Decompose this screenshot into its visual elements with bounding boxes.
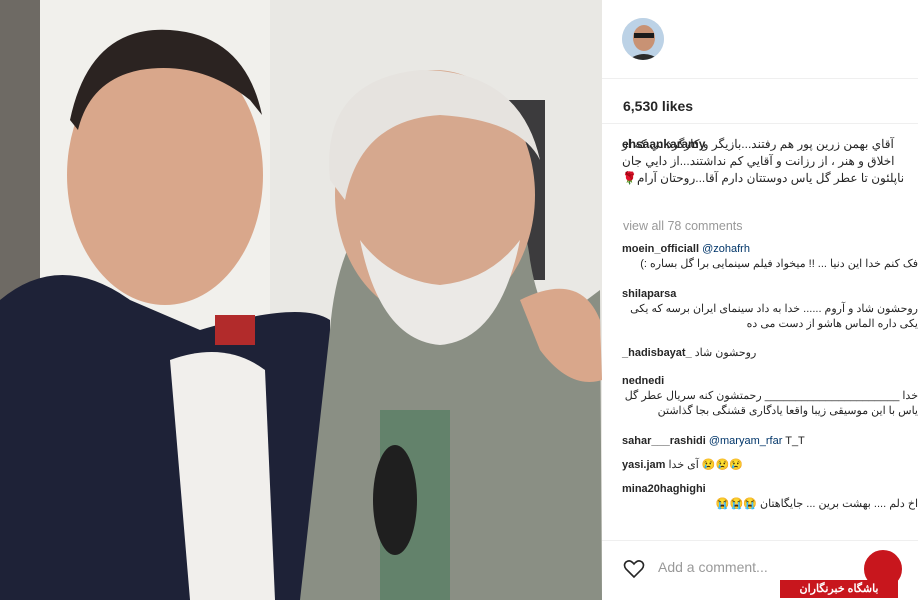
comment-mention[interactable]: @maryam_rfar	[709, 435, 783, 447]
comment-item: mina20haghighi اخ دلم .... بهشت برین ...…	[622, 482, 918, 512]
comment-username[interactable]: shilaparsa	[622, 288, 676, 300]
comment-item: shilaparsa روحشون شاد و آروم ...... خدا …	[622, 287, 918, 332]
avatar[interactable]	[622, 18, 664, 60]
comment-text: روحشون شاد و آروم ...... خدا به داد سینم…	[630, 303, 918, 330]
comment-item: _hadisbayat_ روحشون شاد	[622, 346, 918, 361]
comment-username[interactable]: yasi.jam	[622, 459, 665, 471]
likes-divider	[602, 123, 918, 124]
comments-divider	[602, 540, 918, 541]
comment-text: روحشون شاد	[694, 347, 757, 359]
comment-username[interactable]: sahar___rashidi	[622, 435, 706, 447]
comment-username[interactable]: nednedi	[622, 375, 664, 387]
comment-item: sahar___rashidi @maryam_rfar T_T	[622, 434, 918, 449]
add-comment-input[interactable]: Add a comment...	[658, 559, 768, 575]
comment-text: آی خدا 😢😢😢	[668, 459, 743, 471]
avatar-icon	[622, 18, 664, 60]
watermark-label: باشگاه خبرنگاران	[780, 580, 898, 598]
watermark-badge: باشگاه خبرنگاران	[780, 548, 918, 600]
caption-username[interactable]: ehsaankaramy	[622, 136, 705, 153]
comment-item: yasi.jam آی خدا 😢😢😢	[622, 458, 918, 473]
post-photo	[0, 0, 602, 600]
comment-text: T_T	[785, 435, 805, 447]
comment-text: اخ دلم .... بهشت برین ... جایگاهتان 😭😭😭	[715, 498, 918, 510]
comment-username[interactable]: mina20haghighi	[622, 483, 706, 495]
comment-item: nednedi خدا ______________________ رحمتش…	[622, 374, 918, 419]
comment-item: moein_officiall @zohafrh فک کنم خدا این …	[622, 242, 918, 272]
comment-username[interactable]: moein_officiall	[622, 243, 699, 255]
heart-icon[interactable]	[622, 556, 646, 580]
comment-text: خدا ______________________ رحمتشون کنه س…	[624, 390, 918, 417]
comment-text: فک کنم خدا این دنیا ... !! میخواد فیلم س…	[640, 258, 918, 270]
likes-count[interactable]: 6,530 likes	[623, 98, 693, 114]
post-caption: ehsaankaramy آقاي بهمن زرين پور هم رفتند…	[622, 136, 918, 187]
photo-illustration	[0, 0, 602, 600]
post-sidebar: 6,530 likes ehsaankaramy آقاي بهمن زرين …	[602, 0, 918, 600]
header-divider	[602, 78, 918, 79]
comment-username[interactable]: _hadisbayat_	[622, 347, 692, 359]
view-all-comments-link[interactable]: view all 78 comments	[623, 219, 743, 233]
comment-mention[interactable]: @zohafrh	[702, 243, 750, 255]
